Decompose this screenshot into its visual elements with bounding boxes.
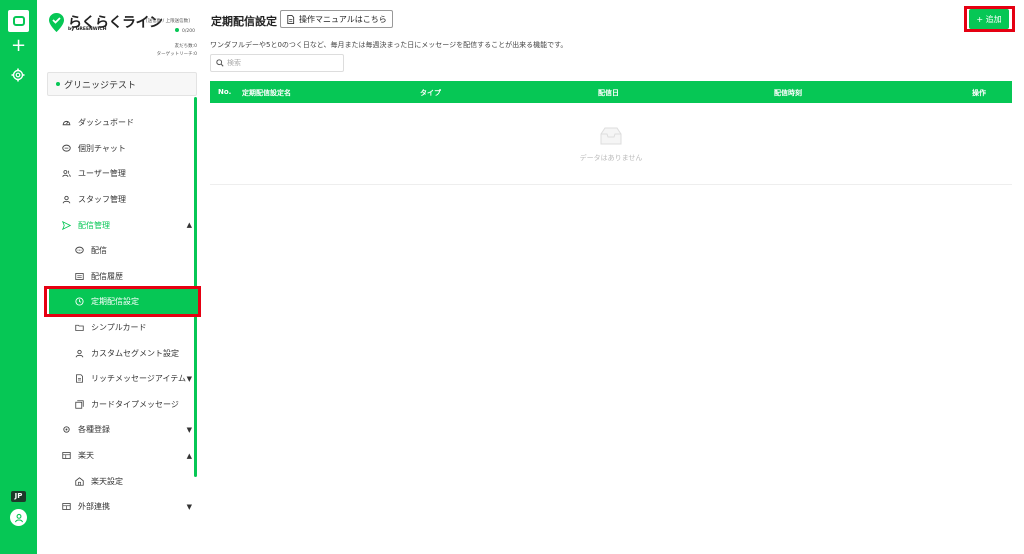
sidebar-item-label: 楽天設定 bbox=[91, 476, 123, 486]
column-header-actions: 操作 bbox=[972, 89, 986, 97]
user-icon bbox=[73, 347, 85, 359]
chevron-up-icon[interactable]: ▲ bbox=[187, 452, 192, 460]
column-header-no: No. bbox=[218, 88, 232, 96]
sidebar-item-label: 配信管理 bbox=[78, 220, 110, 230]
sidebar-item-label: スタッフ管理 bbox=[78, 195, 126, 205]
folder-icon bbox=[73, 322, 85, 334]
dashboard-icon bbox=[60, 117, 72, 129]
highlight-box-add-button bbox=[964, 6, 1015, 32]
sidebar-item-staff[interactable]: スタッフ管理 bbox=[47, 187, 192, 213]
empty-inbox-icon bbox=[600, 127, 622, 145]
column-header-type: タイプ bbox=[420, 89, 441, 97]
sidebar-item-simple-card[interactable]: シンプルカード bbox=[47, 315, 192, 341]
sidebar-item-card-type[interactable]: カードタイプメッセージ bbox=[47, 392, 192, 418]
table-header: No. 定期配信設定名 タイプ 配信日 配信時刻 操作 bbox=[210, 81, 1012, 103]
chevron-up-icon[interactable]: ▲ bbox=[187, 221, 192, 229]
search-placeholder: 検索 bbox=[227, 59, 241, 67]
send-icon bbox=[60, 219, 72, 231]
page-title: 定期配信設定 bbox=[211, 15, 277, 28]
sidebar-item-chat[interactable]: 個別チャット bbox=[47, 136, 192, 162]
gear-icon bbox=[60, 424, 72, 436]
app-logo-icon[interactable] bbox=[8, 10, 29, 32]
chevron-down-icon[interactable]: ▼ bbox=[187, 426, 192, 434]
sidebar-item-custom-segment[interactable]: カスタムセグメント設定 bbox=[47, 340, 192, 366]
chat-icon bbox=[60, 142, 72, 154]
quota-value: 0/200 bbox=[175, 28, 195, 34]
brand-sub: by GREENWICH bbox=[68, 27, 107, 32]
sidebar-item-users[interactable]: ユーザー管理 bbox=[47, 161, 192, 187]
gear-icon[interactable] bbox=[11, 67, 25, 82]
document-icon bbox=[287, 14, 295, 24]
link-icon bbox=[60, 501, 72, 513]
sidebar-item-label: 外部連携 bbox=[78, 502, 110, 512]
page-description: ワンダフルデーや5と0のつく日など、毎月または毎週決まった日にメッセージを配信す… bbox=[210, 41, 568, 49]
chevron-down-icon[interactable]: ▼ bbox=[187, 503, 192, 511]
highlight-box-sidebar bbox=[44, 286, 201, 317]
chevron-down-icon[interactable]: ▼ bbox=[187, 375, 192, 383]
plus-icon[interactable]: + bbox=[10, 37, 27, 55]
sidebar-item-rakuten[interactable]: 楽天 ▲ bbox=[47, 443, 192, 469]
account-name: グリニッジテスト bbox=[64, 80, 137, 91]
store-settings-icon bbox=[73, 475, 85, 487]
document-icon bbox=[73, 373, 85, 385]
sidebar: らくらくライン by GREENWICH [送信数 / 上限送信数] 0/200… bbox=[37, 0, 203, 554]
sidebar-item-rich-message[interactable]: リッチメッセージアイテム ▼ bbox=[47, 366, 192, 392]
search-input[interactable]: 検索 bbox=[210, 54, 344, 72]
sidebar-item-label: カードタイプメッセージ bbox=[91, 399, 179, 409]
sidebar-item-broadcast[interactable]: 配信 bbox=[47, 238, 192, 264]
language-badge[interactable]: JP bbox=[11, 491, 26, 502]
sidebar-item-label: 配信履歴 bbox=[91, 271, 123, 281]
main-content: 定期配信設定 操作マニュアルはこちら ワンダフルデーや5と0のつく日など、毎月ま… bbox=[203, 0, 1024, 554]
sidebar-item-label: リッチメッセージアイテム bbox=[91, 374, 187, 384]
manual-button-label: 操作マニュアルはこちら bbox=[299, 14, 387, 24]
message-icon bbox=[73, 245, 85, 257]
sidebar-item-label: 個別チャット bbox=[78, 143, 126, 153]
manual-button[interactable]: 操作マニュアルはこちら bbox=[280, 10, 393, 28]
users-icon bbox=[60, 168, 72, 180]
quota-value-text: 0/200 bbox=[182, 29, 195, 34]
sidebar-item-label: 配信 bbox=[91, 246, 107, 256]
avatar[interactable] bbox=[10, 509, 27, 526]
search-icon bbox=[216, 59, 224, 67]
pin-icon bbox=[49, 12, 64, 32]
column-header-date: 配信日 bbox=[598, 89, 619, 97]
friends-count: 友だち数:0 bbox=[174, 44, 197, 49]
sidebar-item-rakuten-settings[interactable]: 楽天設定 bbox=[47, 468, 192, 494]
sidebar-item-label: シンプルカード bbox=[91, 323, 147, 333]
empty-state-text: データはありません bbox=[579, 154, 643, 162]
cards-icon bbox=[73, 398, 85, 410]
sidebar-item-label: 各種登録 bbox=[78, 425, 110, 435]
sidebar-item-integrations[interactable]: 外部連携 ▼ bbox=[47, 494, 192, 520]
sidebar-item-registrations[interactable]: 各種登録 ▼ bbox=[47, 417, 192, 443]
quota-label: [送信数 / 上限送信数] bbox=[146, 19, 190, 24]
target-reach: ターゲットリーチ:0 bbox=[156, 52, 197, 57]
sidebar-item-label: カスタムセグメント設定 bbox=[91, 348, 179, 358]
account-selector[interactable]: グリニッジテスト bbox=[47, 72, 197, 96]
table-body: データはありません bbox=[210, 103, 1012, 185]
store-icon bbox=[60, 450, 72, 462]
staff-icon bbox=[60, 194, 72, 206]
history-icon bbox=[73, 270, 85, 282]
sidebar-item-label: ダッシュボード bbox=[78, 118, 134, 128]
sidebar-item-label: ユーザー管理 bbox=[78, 169, 126, 179]
sidebar-item-dashboard[interactable]: ダッシュボード bbox=[47, 110, 192, 136]
sidebar-item-delivery[interactable]: 配信管理 ▲ bbox=[47, 212, 192, 238]
column-header-name: 定期配信設定名 bbox=[242, 89, 291, 97]
left-rail: + JP bbox=[0, 0, 37, 554]
sidebar-item-label: 楽天 bbox=[78, 451, 94, 461]
status-dot-icon bbox=[56, 82, 60, 86]
column-header-time: 配信時刻 bbox=[774, 89, 802, 97]
friends-info: 友だち数:0 ターゲットリーチ:0 bbox=[157, 43, 197, 59]
